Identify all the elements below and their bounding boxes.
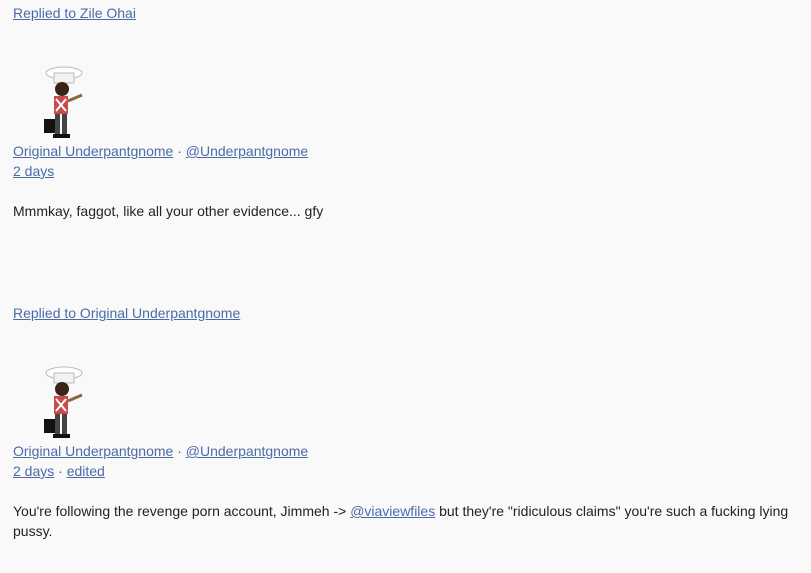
author-name-link[interactable]: Original Underpantgnome xyxy=(13,143,173,159)
author-line: Original Underpantgnome · @Underpantgnom… xyxy=(13,441,803,461)
post-body: Mmmkay, faggot, like all your other evid… xyxy=(13,203,324,219)
mention-link[interactable]: @viaviewfiles xyxy=(350,503,435,519)
edited-link[interactable]: edited xyxy=(67,463,105,479)
timestamp-link[interactable]: 2 days xyxy=(13,163,54,179)
author-line: Original Underpantgnome · @Underpantgnom… xyxy=(13,141,803,161)
separator: · xyxy=(177,143,182,159)
post: Replied to Original Underpantgnome Origi… xyxy=(13,303,803,541)
separator: · xyxy=(177,443,182,459)
post-meta: 2 days · edited xyxy=(13,461,803,481)
post-meta: 2 days xyxy=(13,161,803,181)
chef-gnome-avatar-icon[interactable] xyxy=(28,365,94,441)
author-name-link[interactable]: Original Underpantgnome xyxy=(13,443,173,459)
timestamp-link[interactable]: 2 days xyxy=(13,463,54,479)
chef-gnome-avatar-icon[interactable] xyxy=(28,65,94,141)
post: Replied to Zile Ohai Original Underpantg… xyxy=(13,3,803,221)
author-handle-link[interactable]: @Underpantgnome xyxy=(186,143,308,159)
author-handle-link[interactable]: @Underpantgnome xyxy=(186,443,308,459)
replied-to-link[interactable]: Replied to Zile Ohai xyxy=(13,3,803,23)
separator: · xyxy=(58,463,63,479)
replied-to-link[interactable]: Replied to Original Underpantgnome xyxy=(13,303,803,323)
post-body: You're following the revenge porn accoun… xyxy=(13,501,803,541)
body-text-before: You're following the revenge porn accoun… xyxy=(13,503,351,519)
